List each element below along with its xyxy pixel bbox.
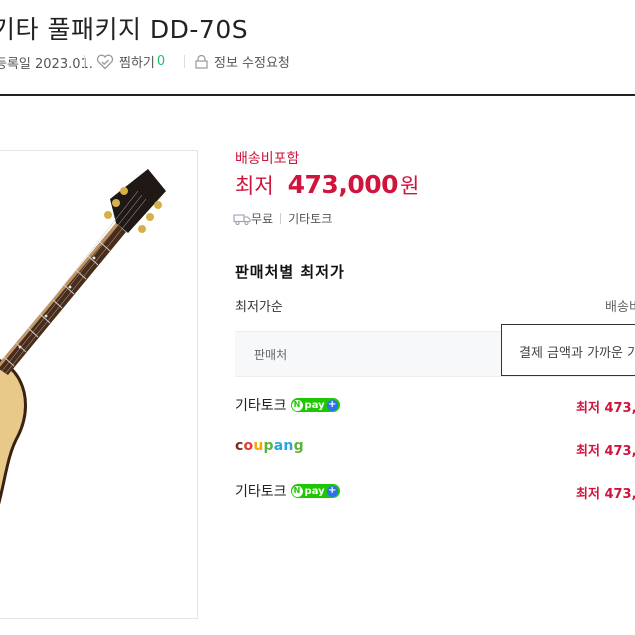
seller-price[interactable]: 최저 473,000 — [576, 483, 635, 502]
include-shipping-option[interactable]: 배송비포함 — [605, 296, 635, 315]
naver-n-icon: N — [291, 399, 303, 411]
seller-price[interactable]: 최저 473,000 — [576, 440, 635, 459]
title-divider — [0, 94, 635, 96]
seller-store: 기타토크 N pay + — [235, 395, 340, 415]
seller-row[interactable]: coupang 최저 473,000 — [235, 433, 635, 463]
zzim-count: 0 — [156, 54, 166, 69]
npay-text: pay — [304, 399, 325, 411]
shipping-store-link[interactable]: 기타토크 — [288, 210, 332, 227]
meta-divider — [184, 55, 185, 68]
shipping-divider — [280, 213, 282, 224]
naver-n-icon: N — [291, 485, 303, 497]
delivery-truck-icon — [233, 213, 251, 225]
coupang-logo-u: u — [253, 438, 264, 454]
npay-text: pay — [304, 485, 325, 497]
coupang-logo-p: p — [263, 438, 274, 454]
shipping-free-label: 무료 — [251, 212, 274, 226]
shipping-info: 무료 기타토크 — [233, 210, 332, 227]
price-tooltip-text: 결제 금액과 가까운 가격 — [519, 346, 635, 361]
acoustic-guitar-image — [0, 169, 166, 505]
product-title: 기타 풀패키지 DD-70S — [0, 15, 249, 44]
seller-row[interactable]: 기타토크 N pay + 최저 473,000 — [235, 390, 635, 420]
sort-lowest-option[interactable]: 최저가순 — [235, 296, 283, 315]
coupang-logo-c: c — [235, 438, 244, 454]
heart-check-icon — [96, 54, 114, 69]
seller-row[interactable]: 기타토크 N pay + 최저 473,000 — [235, 476, 635, 506]
coupang-logo-o: o — [243, 438, 254, 454]
price-tooltip: 결제 금액과 가까운 가격 — [501, 324, 635, 376]
meta-divider — [84, 55, 85, 68]
coupang-logo-g: g — [293, 438, 304, 454]
info-fix-request-button[interactable]: 정보 수정요청 — [194, 52, 290, 71]
plus-icon: + — [326, 399, 338, 411]
lowest-price: 최저 473,000 원 — [235, 170, 419, 200]
seller-column-header: 판매처 — [254, 348, 288, 362]
seller-section-title: 판매처별 최저가 — [235, 263, 345, 281]
lock-icon — [195, 54, 208, 69]
plus-icon: + — [326, 485, 338, 497]
coupang-logo-a: a — [273, 438, 284, 454]
seller-store-name: 기타토크 — [235, 398, 287, 414]
npay-badge: N pay + — [290, 398, 340, 412]
npay-badge: N pay + — [290, 484, 340, 498]
shipping-included-label: 배송비포함 — [235, 151, 300, 167]
currency-label: 원 — [400, 174, 420, 198]
coupang-logo: coupang — [235, 438, 304, 454]
lowest-price-label: 최저 — [235, 174, 274, 198]
zzim-button[interactable]: 찜하기 0 — [96, 52, 165, 71]
seller-price[interactable]: 최저 473,000 — [576, 397, 635, 416]
zzim-label: 찜하기 — [119, 56, 155, 71]
info-fix-request-label: 정보 수정요청 — [214, 56, 290, 71]
lowest-price-amount: 473,000 — [287, 170, 399, 199]
seller-store-name: 기타토크 — [235, 484, 287, 500]
registration-date: 등록일 2023.01. — [0, 57, 93, 72]
coupang-logo-n: n — [283, 438, 294, 454]
seller-store: 기타토크 N pay + — [235, 481, 340, 501]
product-image[interactable] — [0, 150, 198, 619]
